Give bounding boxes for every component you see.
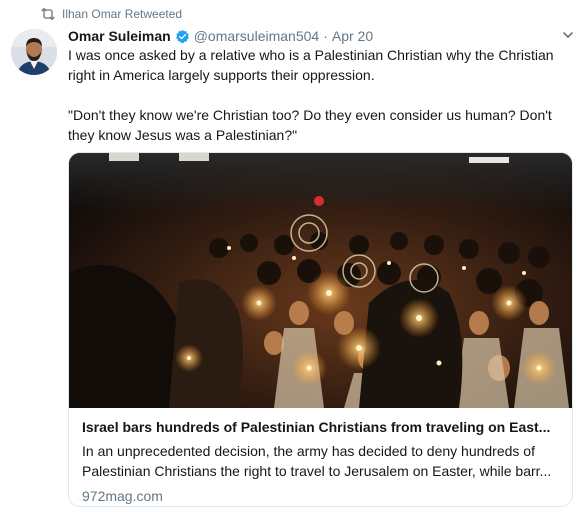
candlelight-easter-procession-photo <box>69 153 572 408</box>
verified-badge-icon <box>175 29 189 43</box>
tweet-paragraph: I was once asked by a relative who is a … <box>68 47 554 83</box>
retweet-icon <box>41 7 55 20</box>
tweet-paragraph: "Don't they know we're Christian too? Do… <box>68 107 552 143</box>
link-card[interactable]: Israel bars hundreds of Palestinian Chri… <box>68 152 573 507</box>
author-avatar[interactable] <box>11 29 57 75</box>
retweet-context[interactable]: Ilhan Omar Retweeted <box>40 6 182 22</box>
tweet-header: Omar Suleiman @omarsuleiman504 · Apr 20 <box>68 26 373 46</box>
author-name[interactable]: Omar Suleiman <box>68 28 171 44</box>
author-handle[interactable]: @omarsuleiman504 <box>194 28 320 44</box>
card-description: In an unprecedented decision, the army h… <box>82 443 552 479</box>
avatar-image <box>11 29 57 75</box>
chevron-down-icon[interactable] <box>561 28 575 42</box>
card-domain: 972mag.com <box>82 488 163 504</box>
card-body: Israel bars hundreds of Palestinian Chri… <box>69 408 572 506</box>
tweet[interactable]: Ilhan Omar Retweeted Omar Suleiman @omar… <box>0 0 583 519</box>
tweet-text: I was once asked by a relative who is a … <box>68 45 563 145</box>
retweet-label[interactable]: Ilhan Omar Retweeted <box>62 7 182 21</box>
card-title[interactable]: Israel bars hundreds of Palestinian Chri… <box>82 417 559 437</box>
header-separator: · <box>323 28 328 44</box>
card-image[interactable] <box>69 153 572 408</box>
tweet-date[interactable]: Apr 20 <box>332 28 373 44</box>
